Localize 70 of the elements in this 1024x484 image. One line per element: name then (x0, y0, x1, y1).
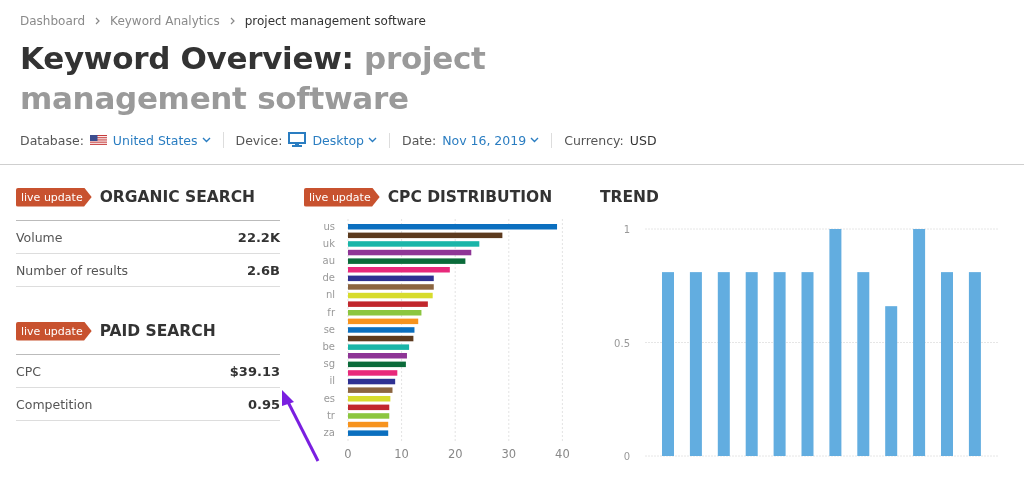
bar (348, 318, 419, 325)
live-update-badge: live update (16, 187, 92, 207)
axis-label: es (323, 392, 335, 404)
axis-label: uk (322, 237, 335, 249)
filter-label: Date: (402, 132, 437, 148)
axis-label: tr (326, 409, 335, 421)
bar (348, 353, 407, 359)
bar (348, 421, 389, 428)
chevron-down-icon (368, 137, 378, 143)
bar (348, 387, 393, 393)
section-title: TREND (600, 188, 659, 206)
metric-label: Volume (16, 229, 63, 245)
breadcrumb-link[interactable]: Dashboard (20, 14, 86, 28)
metric-value: 2.6B (247, 262, 280, 278)
filter-label: Device: (235, 132, 283, 148)
filter-dropdown[interactable]: Desktop (312, 132, 378, 148)
bar (348, 413, 390, 419)
axis-label: au (322, 254, 335, 266)
filter-dropdown[interactable]: United States (112, 132, 211, 148)
bar (348, 404, 390, 411)
axis-label: us (323, 220, 335, 232)
axis-label: 0 (623, 451, 630, 462)
axis-label: se (323, 323, 335, 335)
metric-label: CPC (16, 363, 41, 379)
axis-label: 10 (394, 447, 409, 461)
chevron-down-icon (530, 137, 540, 143)
axis-label: 0.5 (614, 337, 630, 349)
axis-label: nl (325, 289, 335, 301)
metric-label: Number of results (16, 262, 129, 278)
breadcrumb-link[interactable]: Keyword Analytics (110, 14, 220, 28)
flag-icon (89, 134, 107, 146)
live-update-badge: live update (16, 321, 92, 341)
axis-label: 30 (501, 447, 517, 461)
bar (348, 370, 398, 376)
section-title: CPC DISTRIBUTION (387, 188, 553, 206)
bar (348, 327, 415, 333)
filter-dropdown[interactable]: Nov 16, 2019 (442, 132, 540, 148)
axis-label: sg (323, 358, 335, 370)
axis-label: fr (327, 306, 335, 318)
filter-label: Currency: (564, 132, 624, 148)
metric-value: $39.13 (229, 363, 280, 379)
bar (348, 335, 414, 342)
axis-label: za (323, 426, 335, 438)
annotation-arrow (282, 390, 320, 462)
axis-label: de (322, 272, 335, 284)
section-title: ORGANIC SEARCH (99, 188, 256, 206)
axis-label: il (329, 375, 335, 387)
metric-value: 22.2K (237, 229, 280, 245)
current-page-label: project management software (244, 14, 426, 28)
bar (348, 344, 410, 350)
page-title: Keyword Overview: project management software (20, 39, 487, 118)
bar (348, 378, 396, 385)
axis-label: 1 (623, 224, 630, 235)
bar (348, 361, 406, 368)
axis-label: 40 (555, 447, 570, 461)
chevron-down-icon (201, 137, 211, 143)
currency-text: USD (629, 132, 657, 148)
axis-label: 0 (344, 447, 352, 461)
bar (348, 430, 389, 436)
bar (348, 396, 391, 402)
axis-label: be (322, 340, 335, 352)
axis-label: 20 (447, 447, 463, 461)
chevron-right-icon (229, 17, 235, 25)
filter-label: Database: (20, 132, 84, 148)
chevron-right-icon (95, 17, 101, 25)
metric-value: 0.95 (247, 396, 280, 412)
section-title: PAID SEARCH (99, 322, 216, 340)
live-update-badge: live update (304, 187, 380, 207)
metric-label: Competition (16, 396, 93, 412)
monitor-icon (288, 132, 307, 148)
